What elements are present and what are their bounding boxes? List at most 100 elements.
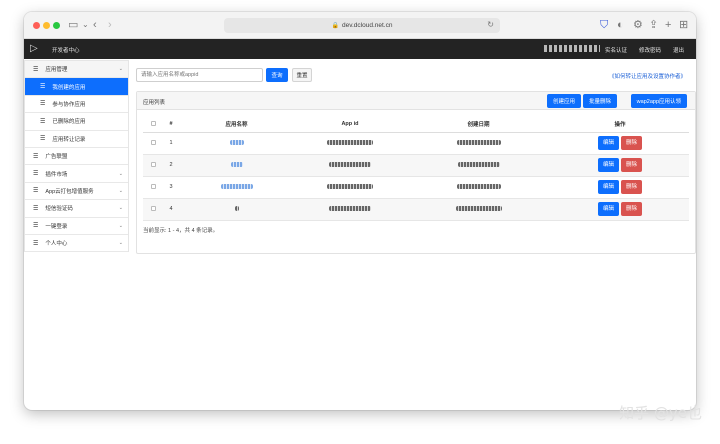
reload-icon[interactable]: ↻ bbox=[487, 20, 494, 29]
sidebar-item-label: 插件市场 bbox=[45, 171, 68, 178]
search-button[interactable]: 查询 bbox=[266, 68, 288, 82]
app-name-cell bbox=[179, 198, 294, 221]
appid-redacted bbox=[327, 184, 373, 190]
column-appid: App id bbox=[294, 117, 406, 133]
menu-icon: ☰ bbox=[40, 136, 46, 143]
operations-cell: 编辑 删除 bbox=[551, 132, 689, 155]
search-input[interactable] bbox=[136, 68, 263, 82]
chevron-down-icon: ⌄ bbox=[118, 240, 123, 247]
main-content: 查询 重置 《如何转让应用及设置协作者》 应用列表 创建应用 批量删除 wap2… bbox=[136, 60, 696, 410]
browser-toolbar: ▭ ⌄ ‹ › 🔒 dev.dcloud.net.cn ↻ ⛉ ◐ ⚙ ⇪ + … bbox=[24, 12, 696, 39]
menu-icon: ☰ bbox=[33, 171, 39, 178]
create-app-button[interactable]: 创建应用 bbox=[546, 94, 581, 108]
chevron-down-icon: ⌄ bbox=[118, 187, 123, 194]
sidebar-item-one-click-login[interactable]: ☰ 一键登录 ⌄ bbox=[25, 218, 128, 235]
tab-overview-icon[interactable]: ⊞ bbox=[679, 18, 688, 32]
row-index: 3 bbox=[163, 176, 179, 199]
contrast-icon[interactable]: ◐ bbox=[617, 18, 624, 32]
row-checkbox[interactable] bbox=[150, 139, 156, 145]
app-name-redacted[interactable] bbox=[229, 140, 244, 146]
user-name-redacted bbox=[544, 45, 600, 52]
sidebar-item-collab-apps[interactable]: ☰ 参与协作应用 bbox=[25, 96, 128, 114]
search-bar: 查询 重置 《如何转让应用及设置协作者》 bbox=[136, 60, 696, 82]
share-icon[interactable]: ⇪ bbox=[649, 18, 658, 32]
app-list-panel: 应用列表 创建应用 批量删除 wap2app应用认领 # 应用名称 App id… bbox=[136, 91, 696, 254]
delete-button[interactable]: 删除 bbox=[621, 180, 643, 194]
sidebar-toggle-icon[interactable]: ▭ bbox=[68, 18, 78, 32]
sidebar-item-label: 个人中心 bbox=[45, 241, 68, 248]
shield-icon[interactable]: ⛉ bbox=[600, 18, 608, 32]
operations-cell: 编辑 删除 bbox=[551, 176, 689, 199]
address-bar[interactable]: 🔒 dev.dcloud.net.cn ↻ bbox=[224, 18, 500, 33]
row-checkbox[interactable] bbox=[150, 161, 156, 167]
sidebar-item-ad-alliance[interactable]: ☰ 广告联盟 bbox=[25, 148, 128, 166]
created-date-redacted bbox=[456, 184, 501, 190]
edit-button[interactable]: 编辑 bbox=[597, 202, 619, 216]
select-all-checkbox[interactable] bbox=[150, 120, 156, 126]
appid-cell bbox=[294, 154, 406, 177]
minimize-window-button[interactable] bbox=[43, 22, 50, 29]
sidebar-item-transfer-records[interactable]: ☰ 应用转让记录 bbox=[25, 131, 128, 148]
wap2app-claim-button[interactable]: wap2app应用认领 bbox=[630, 94, 687, 108]
logout-link[interactable]: 退出 bbox=[673, 46, 684, 54]
close-window-button[interactable] bbox=[33, 22, 40, 29]
dropdown-chevron-icon[interactable]: ⌄ bbox=[82, 18, 89, 32]
created-date-cell bbox=[406, 176, 551, 199]
menu-icon: ☰ bbox=[33, 188, 39, 195]
sidebar-item-app-management[interactable]: ☰ 应用管理 ⌄ bbox=[25, 61, 128, 79]
forward-icon[interactable]: › bbox=[108, 18, 112, 32]
change-password-link[interactable]: 修改密码 bbox=[639, 46, 661, 54]
panel-header: 应用列表 创建应用 批量删除 wap2app应用认领 bbox=[137, 92, 695, 110]
back-icon[interactable]: ‹ bbox=[93, 18, 97, 32]
select-all-header bbox=[143, 117, 163, 133]
table-row: 4 编辑 删除 bbox=[143, 198, 689, 221]
header-links: 实名认证 修改密码 退出 bbox=[605, 46, 684, 54]
lock-icon: 🔒 bbox=[331, 23, 339, 29]
menu-icon: ☰ bbox=[33, 205, 39, 212]
batch-delete-button[interactable]: 批量删除 bbox=[582, 94, 617, 108]
row-select-cell bbox=[143, 132, 163, 155]
sidebar-menu: ☰ 应用管理 ⌄ ☰ 我创建的应用 ☰ 参与协作应用 ☰ 已删除的应用 ☰ 应用… bbox=[24, 60, 129, 253]
table-header-row: # 应用名称 App id 创建日期 操作 bbox=[143, 117, 689, 133]
created-date-redacted bbox=[455, 206, 502, 212]
sidebar-item-sms-code[interactable]: ☰ 短信验证码 ⌄ bbox=[25, 200, 128, 218]
chevron-down-icon: ⌄ bbox=[118, 222, 123, 229]
delete-button[interactable]: 删除 bbox=[621, 158, 643, 172]
row-checkbox[interactable] bbox=[150, 205, 156, 211]
menu-icon: ☰ bbox=[33, 240, 39, 247]
delete-button[interactable]: 删除 bbox=[621, 136, 643, 150]
column-app-name: 应用名称 bbox=[179, 117, 294, 133]
row-index: 1 bbox=[163, 132, 179, 155]
edit-button[interactable]: 编辑 bbox=[597, 136, 619, 150]
sidebar-item-my-apps[interactable]: ☰ 我创建的应用 bbox=[25, 78, 128, 96]
sidebar-item-cloud-packaging[interactable]: ☰ App云打包增值服务 ⌄ bbox=[25, 183, 128, 201]
sidebar-item-personal-center[interactable]: ☰ 个人中心 ⌄ bbox=[25, 235, 128, 253]
table-row: 2 编辑 删除 bbox=[143, 154, 689, 177]
app-name-redacted[interactable] bbox=[234, 206, 239, 212]
verify-identity-link[interactable]: 实名认证 bbox=[605, 46, 627, 54]
transfer-help-link[interactable]: 《如何转让应用及设置协作者》 bbox=[609, 72, 686, 80]
edit-button[interactable]: 编辑 bbox=[597, 158, 619, 172]
maximize-window-button[interactable] bbox=[53, 22, 60, 29]
appid-cell bbox=[294, 198, 406, 221]
delete-button[interactable]: 删除 bbox=[621, 202, 643, 216]
sidebar-item-plugin-market[interactable]: ☰ 插件市场 ⌄ bbox=[25, 165, 128, 183]
sidebar-item-deleted-apps[interactable]: ☰ 已删除的应用 bbox=[25, 113, 128, 131]
app-name-redacted[interactable] bbox=[230, 162, 243, 168]
chevron-down-icon: ⌄ bbox=[118, 205, 123, 212]
table-row: 3 编辑 删除 bbox=[143, 176, 689, 199]
row-select-cell bbox=[143, 154, 163, 177]
edit-button[interactable]: 编辑 bbox=[597, 180, 619, 194]
app-name-redacted[interactable] bbox=[220, 184, 253, 190]
created-date-redacted bbox=[457, 162, 500, 168]
new-tab-icon[interactable]: + bbox=[665, 18, 671, 32]
gear-icon[interactable]: ⚙ bbox=[633, 18, 643, 32]
sidebar-item-label: 参与协作应用 bbox=[52, 101, 86, 108]
dcloud-logo-icon[interactable]: ▷ bbox=[30, 43, 38, 54]
panel-title: 应用列表 bbox=[143, 100, 166, 106]
operations-cell: 编辑 删除 bbox=[551, 154, 689, 177]
row-checkbox[interactable] bbox=[150, 183, 156, 189]
chevron-down-icon: ⌄ bbox=[118, 66, 123, 73]
created-date-cell bbox=[406, 154, 551, 177]
reset-button[interactable]: 重置 bbox=[292, 68, 312, 82]
